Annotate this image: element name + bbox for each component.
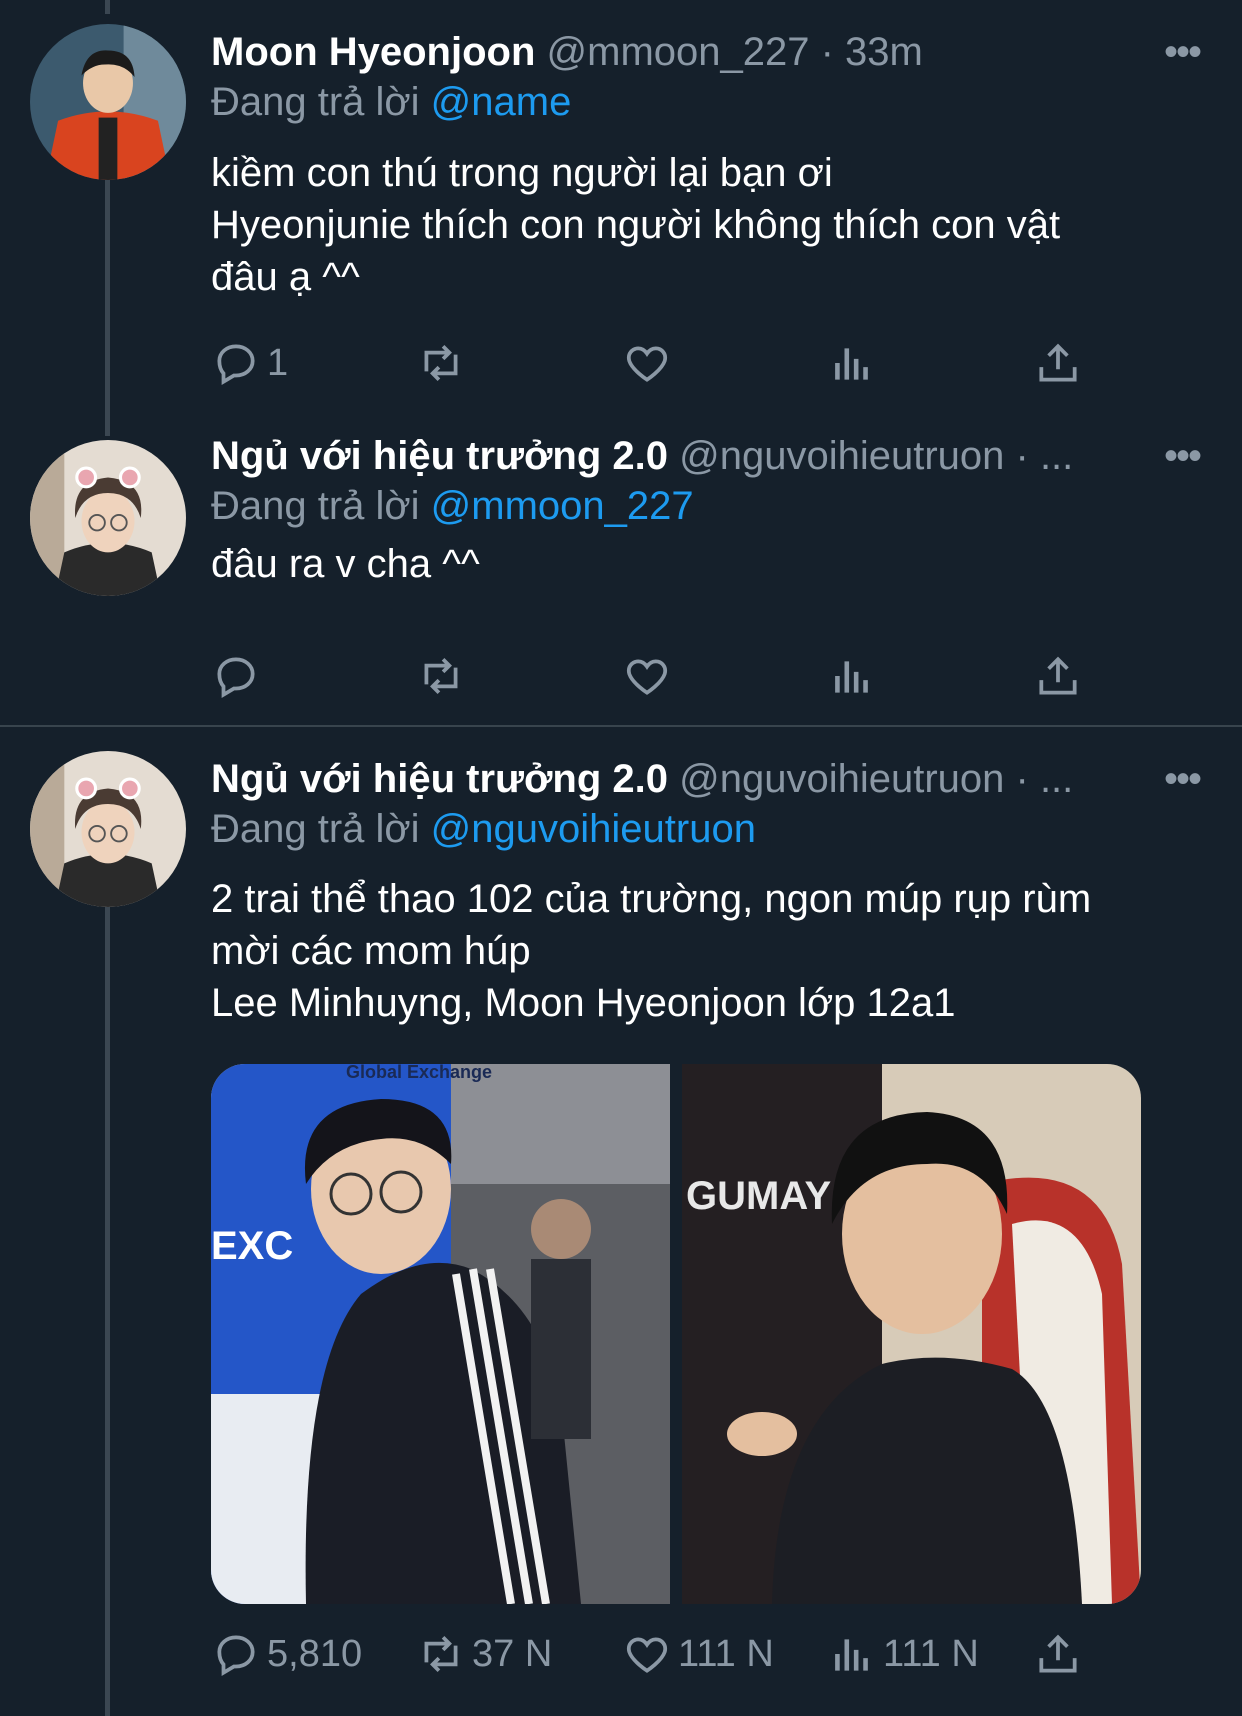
retweet-button[interactable]: 37 N (416, 1624, 552, 1684)
reply-button[interactable]: 5,810 (211, 1624, 362, 1684)
display-name[interactable]: Ngủ với hiệu trưởng 2.0 (211, 434, 668, 478)
jersey-text: GUMAY (686, 1174, 832, 1218)
tweet-text-line: đâu ạ ^^ (211, 255, 360, 299)
share-button[interactable] (1033, 1624, 1083, 1684)
photo-left[interactable]: Global Exchange EXC (211, 1064, 670, 1604)
retweet-icon (424, 345, 458, 381)
like-button[interactable] (622, 646, 678, 706)
mention-link[interactable]: @mmoon_227 (431, 484, 694, 528)
retweet-icon (424, 1636, 458, 1672)
analytics-icon (835, 661, 868, 693)
mention-link[interactable]: @name (431, 80, 572, 124)
share-icon (1039, 656, 1077, 695)
reply-icon (217, 1635, 255, 1677)
like-count: 111 N (678, 1632, 774, 1675)
retweet-count: 37 N (472, 1632, 553, 1675)
avatar[interactable] (30, 751, 186, 907)
replying-to: Đang trả lời @nguvoihieutruon (211, 801, 756, 857)
user-handle[interactable]: @nguvoihieutruon · ... (679, 757, 1073, 801)
share-icon (1039, 343, 1077, 382)
replying-to: Đang trả lời @mmoon_227 (211, 478, 694, 534)
retweet-button[interactable] (416, 646, 472, 706)
tweet-text-line: đâu ra v cha ^^ (211, 542, 480, 586)
retweet-button[interactable] (416, 333, 472, 393)
avatar[interactable] (30, 440, 186, 596)
heart-icon (626, 659, 668, 695)
view-count: 111 N (883, 1632, 979, 1675)
tweet-text: kiềm con thú trong người lại bạn ơi Hyeo… (211, 147, 1201, 303)
tweet[interactable]: Ngủ với hiệu trưởng 2.0 @nguvoihieutruon… (0, 410, 1242, 726)
replying-label: Đang trả lời (211, 80, 420, 124)
display-name[interactable]: Ngủ với hiệu trưởng 2.0 (211, 757, 668, 801)
analytics-icon (835, 348, 868, 380)
avatar[interactable] (30, 24, 186, 180)
heart-icon (626, 346, 668, 382)
tweet-text: đâu ra v cha ^^ (211, 538, 1201, 590)
mention-link[interactable]: @nguvoihieutruon (431, 807, 756, 851)
like-button[interactable] (622, 333, 678, 393)
tweet[interactable]: Moon Hyeonjoon @mmoon_227 · 33m ••• Đang… (0, 0, 1242, 410)
reply-count: 5,810 (267, 1632, 363, 1675)
share-button[interactable] (1033, 646, 1083, 706)
heart-icon (626, 1637, 668, 1673)
tweet-text-line: Lee Minhuyng, Moon Hyeonjoon lớp 12a1 (211, 981, 956, 1025)
reply-button[interactable]: 1 (211, 333, 288, 393)
like-button[interactable]: 111 N (622, 1624, 774, 1684)
retweet-icon (424, 658, 458, 694)
tweet-header: Moon Hyeonjoon @mmoon_227 · 33m (211, 22, 1242, 82)
tweet-actions: 5,810 37 N 111 N 111 N (211, 1624, 1111, 1684)
user-handle[interactable]: @nguvoihieutruon · ... (679, 434, 1073, 478)
views-button[interactable] (827, 646, 883, 706)
replying-label: Đang trả lời (211, 807, 420, 851)
tweet-text-line: mời các mom húp (211, 929, 531, 973)
sign-text: EXC (211, 1224, 293, 1268)
sign-text: Global Exchange (346, 1064, 492, 1082)
share-icon (1039, 1634, 1077, 1673)
reply-icon (217, 657, 255, 699)
analytics-icon (835, 1639, 868, 1671)
tweet-text-line: Hyeonjunie thích con người không thích c… (211, 203, 1061, 247)
tweet-media[interactable]: Global Exchange EXC GUMAY (211, 1064, 1141, 1604)
tweet-text: 2 trai thể thao 102 của trường, ngon múp… (211, 873, 1201, 1029)
more-options-icon[interactable]: ••• (1164, 22, 1202, 82)
reply-button[interactable] (211, 646, 267, 706)
tweet-actions: 1 (211, 333, 1111, 393)
user-handle[interactable]: @mmoon_227 · 33m (547, 30, 923, 74)
more-options-icon[interactable]: ••• (1164, 426, 1202, 486)
views-button[interactable] (827, 333, 883, 393)
tweet-text-line: 2 trai thể thao 102 của trường, ngon múp… (211, 877, 1092, 921)
replying-label: Đang trả lời (211, 484, 420, 528)
photo-right[interactable]: GUMAY (682, 1064, 1141, 1604)
share-button[interactable] (1033, 333, 1083, 393)
replying-to: Đang trả lời @name (211, 74, 571, 130)
views-button[interactable]: 111 N (827, 1624, 979, 1684)
more-options-icon[interactable]: ••• (1164, 749, 1202, 809)
tweet-header: Ngủ với hiệu trưởng 2.0 @nguvoihieutruon… (211, 749, 1242, 809)
tweet-text-line: kiềm con thú trong người lại bạn ơi (211, 151, 833, 195)
reply-count: 1 (267, 341, 289, 384)
tweet-actions (211, 646, 1111, 706)
reply-icon (217, 344, 255, 386)
display-name[interactable]: Moon Hyeonjoon (211, 30, 535, 74)
tweet-header: Ngủ với hiệu trưởng 2.0 @nguvoihieutruon… (211, 426, 1242, 486)
